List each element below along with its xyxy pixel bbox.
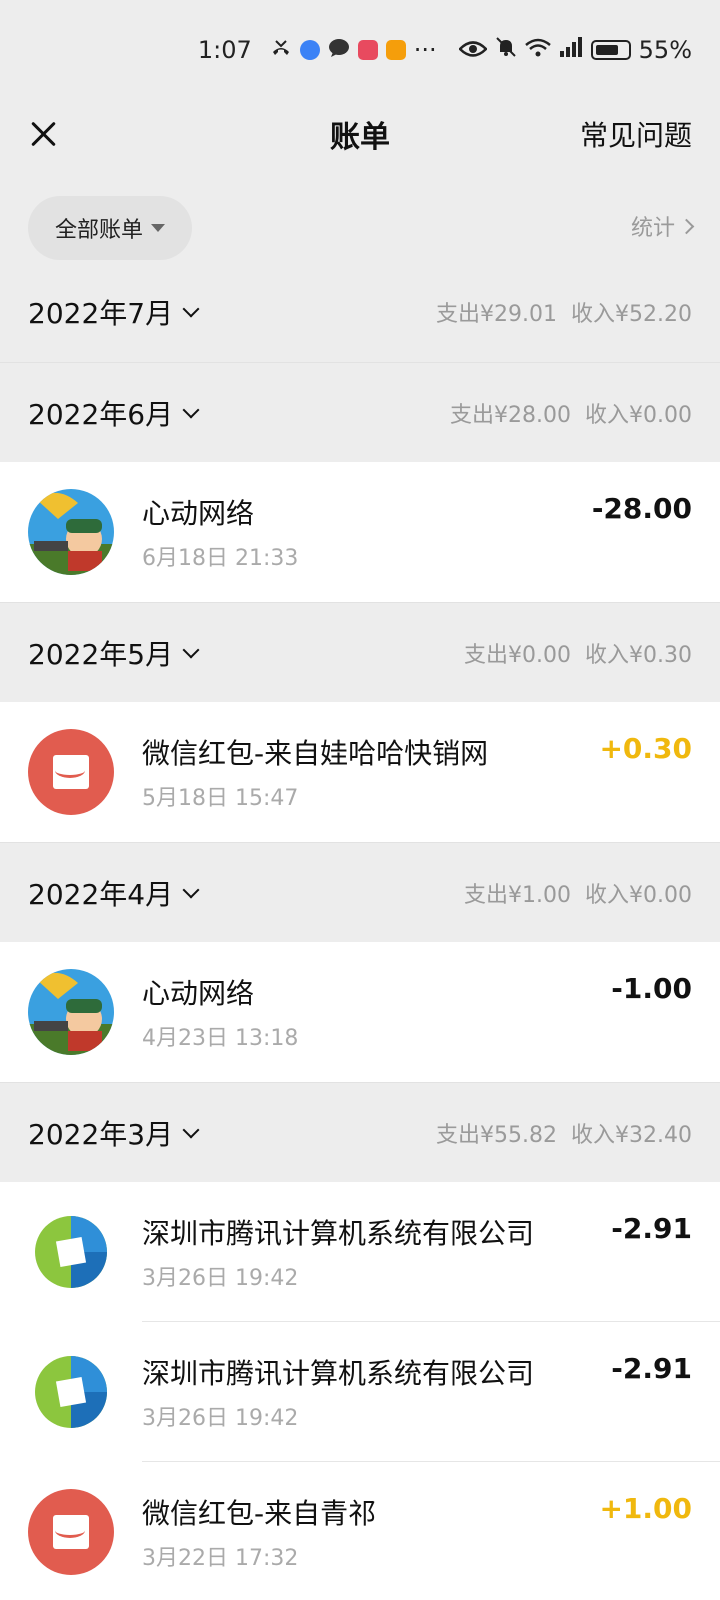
transaction-amount: -28.00 bbox=[591, 492, 692, 525]
transaction-name: 心动网络 bbox=[142, 977, 255, 1010]
mute-icon bbox=[495, 36, 517, 64]
reader-icon bbox=[357, 40, 378, 60]
stats-label: 统计 bbox=[630, 216, 675, 241]
transaction-amount: -2.91 bbox=[611, 1212, 692, 1245]
status-time: 1:07 bbox=[197, 36, 252, 64]
month-label: 2022年3月 bbox=[28, 1117, 174, 1151]
stats-link[interactable]: 统计 bbox=[630, 210, 695, 242]
status-bar: 1:07 ··· 55% bbox=[0, 0, 720, 100]
faq-link[interactable]: 常见问题 bbox=[580, 114, 692, 154]
chevron-down-icon bbox=[182, 641, 200, 658]
month-summary: 支出¥0.00 收入¥0.30 bbox=[450, 637, 692, 669]
tencent-logo-icon bbox=[28, 1349, 114, 1435]
game-avatar-icon bbox=[28, 969, 114, 1055]
month-header-2022-04[interactable]: 2022年4月 支出¥1.00 收入¥0.00 bbox=[0, 842, 720, 942]
browser-icon bbox=[299, 40, 320, 60]
month-header-2022-06[interactable]: 2022年6月 支出¥28.00 收入¥0.00 bbox=[0, 362, 720, 462]
month-label: 2022年7月 bbox=[28, 297, 174, 330]
transaction-time: 6月18日 21:33 bbox=[142, 546, 299, 571]
missed-call-icon bbox=[270, 36, 292, 64]
chevron-down-icon bbox=[182, 881, 200, 898]
video-icon bbox=[385, 40, 406, 60]
month-header-2022-05[interactable]: 2022年5月 支出¥0.00 收入¥0.30 bbox=[0, 602, 720, 702]
month-income: 收入¥32.40 bbox=[571, 1122, 692, 1148]
month-label: 2022年5月 bbox=[28, 637, 174, 671]
month-expense: 支出¥1.00 bbox=[464, 882, 572, 908]
month-income: 收入¥0.30 bbox=[585, 642, 692, 668]
red-packet-icon bbox=[28, 729, 114, 815]
month-income: 收入¥0.00 bbox=[585, 402, 692, 428]
transaction-time: 3月22日 17:32 bbox=[142, 1546, 299, 1571]
transaction-amount: +1.00 bbox=[599, 1492, 692, 1525]
transaction-name: 微信红包-来自青祁 bbox=[142, 1497, 377, 1530]
month-expense: 支出¥29.01 bbox=[436, 302, 558, 327]
filter-bar: 全部账单 统计 bbox=[0, 190, 720, 262]
month-expense: 支出¥55.82 bbox=[436, 1122, 558, 1148]
battery-icon bbox=[590, 40, 631, 60]
transaction-time: 5月18日 15:47 bbox=[142, 786, 299, 811]
month-label: 2022年4月 bbox=[28, 877, 174, 911]
chevron-down-icon bbox=[182, 401, 200, 418]
all-bills-filter-button[interactable]: 全部账单 bbox=[28, 196, 192, 260]
transaction-row[interactable]: 微信红包-来自娃哈哈快销网 5月18日 15:47 +0.30 bbox=[0, 702, 720, 842]
transaction-row[interactable]: 心动网络 4月23日 13:18 -1.00 bbox=[0, 942, 720, 1082]
month-income: 收入¥52.20 bbox=[571, 302, 692, 327]
filter-label: 全部账单 bbox=[54, 218, 143, 243]
transaction-row[interactable]: 心动网络 6月18日 21:33 -28.00 bbox=[0, 462, 720, 602]
month-label: 2022年6月 bbox=[28, 397, 174, 431]
wifi-icon bbox=[524, 36, 551, 64]
signal-icon bbox=[559, 36, 583, 64]
transaction-amount: -1.00 bbox=[611, 972, 692, 1005]
transaction-time: 3月26日 19:42 bbox=[142, 1406, 299, 1431]
chevron-down-icon bbox=[182, 300, 200, 318]
transaction-name: 深圳市腾讯计算机系统有限公司 bbox=[142, 1217, 535, 1250]
transaction-row[interactable]: 微信红包-来自青祁 3月22日 17:32 +1.00 bbox=[0, 1462, 720, 1600]
red-packet-icon bbox=[28, 1489, 114, 1575]
month-summary: 支出¥1.00 收入¥0.00 bbox=[450, 877, 692, 909]
month-summary: 支出¥55.82 收入¥32.40 bbox=[422, 1117, 692, 1149]
more-icon: ··· bbox=[413, 36, 437, 64]
month-header-2022-07[interactable]: 2022年7月 支出¥29.01 收入¥52.20 bbox=[0, 262, 720, 362]
game-avatar-icon bbox=[28, 489, 114, 575]
transaction-name: 心动网络 bbox=[142, 497, 255, 530]
transaction-row[interactable]: 深圳市腾讯计算机系统有限公司 3月26日 19:42 -2.91 bbox=[0, 1322, 720, 1462]
transaction-time: 3月26日 19:42 bbox=[142, 1266, 299, 1291]
month-income: 收入¥0.00 bbox=[585, 882, 692, 908]
chevron-right-icon bbox=[678, 218, 695, 234]
chat-icon bbox=[328, 36, 350, 64]
battery-percent: 55% bbox=[638, 36, 692, 64]
transaction-row[interactable]: 深圳市腾讯计算机系统有限公司 3月26日 19:42 -2.91 bbox=[0, 1182, 720, 1322]
month-header-2022-03[interactable]: 2022年3月 支出¥55.82 收入¥32.40 bbox=[0, 1082, 720, 1182]
transaction-amount: +0.30 bbox=[599, 732, 692, 765]
nav-header: 账单 常见问题 bbox=[0, 100, 720, 168]
month-summary: 支出¥28.00 收入¥0.00 bbox=[436, 397, 692, 429]
chevron-down-icon bbox=[182, 1121, 200, 1138]
month-expense: 支出¥0.00 bbox=[464, 642, 572, 668]
caret-down-icon bbox=[151, 224, 165, 232]
month-expense: 支出¥28.00 bbox=[450, 402, 572, 428]
month-summary: 支出¥29.01 收入¥52.20 bbox=[422, 296, 692, 328]
eye-icon bbox=[457, 36, 488, 64]
tencent-logo-icon bbox=[28, 1209, 114, 1295]
transaction-name: 深圳市腾讯计算机系统有限公司 bbox=[142, 1357, 535, 1390]
transaction-time: 4月23日 13:18 bbox=[142, 1026, 299, 1051]
transaction-amount: -2.91 bbox=[611, 1352, 692, 1385]
transaction-name: 微信红包-来自娃哈哈快销网 bbox=[142, 737, 489, 770]
